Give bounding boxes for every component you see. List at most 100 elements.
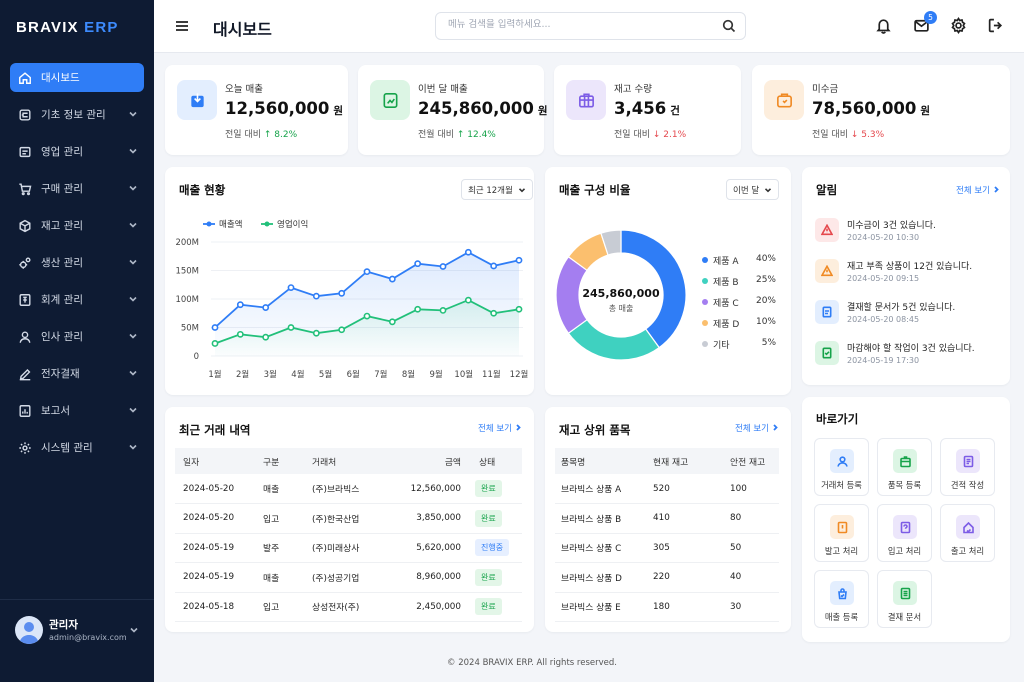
column-header: 안전 재고 xyxy=(730,448,779,474)
sidebar-item-inventory[interactable]: 재고 관리 xyxy=(10,211,144,240)
data-point[interactable] xyxy=(490,309,498,317)
checklist-icon xyxy=(822,347,832,359)
data-point[interactable] xyxy=(287,284,295,291)
sidebar-item-system[interactable]: 시스템 관리 xyxy=(10,433,144,462)
alert-item[interactable]: 마감해야 할 작업이 3건 있습니다. 2024-05-19 17:30 xyxy=(815,338,1015,376)
cell-amount: 5,620,000 xyxy=(393,533,471,563)
alert-item[interactable]: 미수금이 3건 있습니다. 2024-05-20 10:30 xyxy=(815,215,1015,253)
sidebar-item-hr[interactable]: 인사 관리 xyxy=(10,322,144,351)
top-bar: 대시보드 5 xyxy=(154,0,1024,53)
data-point[interactable] xyxy=(464,296,472,304)
legend-percent: 25% xyxy=(755,275,776,285)
data-point[interactable] xyxy=(211,324,219,331)
cell-safety-stock: 50 xyxy=(730,533,779,563)
data-point[interactable] xyxy=(388,318,396,326)
stat-label: 재고 수량 xyxy=(614,84,652,95)
sidebar-item-purchase[interactable]: 구매 관리 xyxy=(10,174,144,203)
data-point[interactable] xyxy=(312,292,320,300)
transactions-view-all-link[interactable]: 전체 보기 xyxy=(478,422,522,434)
cell-partner: (주)미래상사 xyxy=(312,533,393,563)
legend-marker xyxy=(206,221,212,227)
search-icon[interactable] xyxy=(722,19,736,33)
sidebar-item-production[interactable]: 생산 관리 xyxy=(10,248,144,277)
shortcut-inbound-doc[interactable]: 입고 처리 xyxy=(877,504,932,562)
sidebar-item-approval[interactable]: 전자결재 xyxy=(10,359,144,388)
bell-icon[interactable] xyxy=(875,17,892,34)
x-tick-label: 12월 xyxy=(510,369,529,380)
legend-item: 기타 5% xyxy=(702,338,776,351)
table-row[interactable]: 브라빅스 상품 D 220 40 xyxy=(555,562,779,593)
sidebar-item-reports[interactable]: 보고서 xyxy=(10,396,144,425)
table-row[interactable]: 2024-05-19 매출 (주)성공기업 8,960,000 완료 xyxy=(175,562,522,593)
cell-item-name: 브라빅스 상품 E xyxy=(555,592,653,622)
donut-slice[interactable] xyxy=(567,318,661,361)
shortcut-quote-doc[interactable]: 견적 작성 xyxy=(940,438,995,496)
user-profile[interactable]: 관리자 admin@bravix.com xyxy=(0,599,154,682)
table-row[interactable]: 브라빅스 상품 B 410 80 xyxy=(555,503,779,534)
alert-item[interactable]: 재고 부족 상품이 12건 있습니다. 2024-05-20 09:15 xyxy=(815,256,1015,294)
sidebar-item-dashboard[interactable]: 대시보드 xyxy=(10,63,144,92)
data-point[interactable] xyxy=(439,263,447,270)
alert-icon-bg xyxy=(815,218,839,242)
inventory-view-all-link[interactable]: 전체 보기 xyxy=(735,422,779,434)
data-point[interactable] xyxy=(236,330,244,338)
data-point[interactable] xyxy=(287,324,295,331)
table-row[interactable]: 2024-05-19 발주 (주)미래상사 5,620,000 진행중 xyxy=(175,533,522,563)
brand-logo[interactable]: BRAVIX ERP xyxy=(16,19,119,36)
data-point[interactable] xyxy=(414,260,422,268)
data-point[interactable] xyxy=(236,301,244,309)
stat-icon-bg xyxy=(566,80,606,120)
shortcut-approval-doc[interactable]: 결재 문서 xyxy=(877,570,932,628)
alerts-title: 알림 xyxy=(816,183,838,197)
table-row[interactable]: 브라빅스 상품 C 305 50 xyxy=(555,533,779,563)
alert-text: 마감해야 할 작업이 3건 있습니다. xyxy=(847,344,975,354)
data-point[interactable] xyxy=(464,248,472,256)
data-point[interactable] xyxy=(363,268,371,276)
cell-amount: 2,450,000 xyxy=(393,592,471,622)
shortcut-outbound-doc[interactable]: 발고 처리 xyxy=(814,504,869,562)
shortcut-person-add[interactable]: 거래처 등록 xyxy=(814,438,869,496)
data-point[interactable] xyxy=(515,256,523,264)
data-point[interactable] xyxy=(388,275,396,283)
data-point[interactable] xyxy=(338,289,346,297)
table-row[interactable]: 2024-05-18 입고 상성전자(주) 2,450,000 완료 xyxy=(175,592,522,622)
shortcut-label: 출고 처리 xyxy=(950,546,985,556)
data-point[interactable] xyxy=(515,305,523,313)
alert-text: 미수금이 3건 있습니다. xyxy=(847,221,936,231)
hamburger-menu-icon[interactable] xyxy=(174,18,190,34)
table-row[interactable]: 브라빅스 상품 E 180 30 xyxy=(555,592,779,622)
stat-icon-bg xyxy=(177,80,217,120)
x-tick-label: 6월 xyxy=(347,369,360,380)
logout-icon[interactable] xyxy=(987,17,1004,34)
table-header-row: 품목명 현재 재고 안전 재고 xyxy=(555,448,779,474)
stat-card-month-sales: 이번 달 매출 245,860,000 원 전월 대비 ↑ 12.4% xyxy=(358,65,548,155)
x-tick-label: 11월 xyxy=(482,369,501,380)
shortcut-shipping[interactable]: 출고 처리 xyxy=(940,504,995,562)
shortcut-sales-bag[interactable]: 매출 등록 xyxy=(814,570,869,628)
table-row[interactable]: 브라빅스 상품 A 520 100 xyxy=(555,474,779,504)
settings-icon[interactable] xyxy=(950,17,967,34)
alert-item[interactable]: 결재할 문서가 5건 있습니다. 2024-05-20 08:45 xyxy=(815,297,1015,335)
sidebar-item-sales[interactable]: 영업 관리 xyxy=(10,137,144,166)
table-row[interactable]: 2024-05-20 매출 (주)브라빅스 12,560,000 완료 xyxy=(175,474,522,504)
search-input[interactable] xyxy=(448,19,708,30)
legend-label: 기타 xyxy=(713,341,730,351)
sidebar-item-accounting[interactable]: 회계 관리 xyxy=(10,285,144,314)
stat-change: ↑ 12.4% xyxy=(456,130,496,140)
shortcut-box-add[interactable]: 품목 등록 xyxy=(877,438,932,496)
data-point[interactable] xyxy=(363,312,371,320)
chevron-down-icon xyxy=(129,333,137,339)
x-tick-label: 10월 xyxy=(454,369,473,380)
table-row[interactable]: 2024-05-20 입고 (주)한국산업 3,850,000 완료 xyxy=(175,503,522,534)
alerts-view-all-link[interactable]: 전체 보기 xyxy=(956,184,1000,196)
data-point[interactable] xyxy=(262,304,270,311)
transactions-table-body: 2024-05-20 매출 (주)브라빅스 12,560,000 완료 2024-05-2… xyxy=(175,474,522,622)
data-point[interactable] xyxy=(211,340,219,347)
data-point[interactable] xyxy=(414,305,422,313)
data-point[interactable] xyxy=(262,333,270,341)
data-point[interactable] xyxy=(312,329,320,337)
data-point[interactable] xyxy=(490,262,498,270)
data-point[interactable] xyxy=(338,326,346,334)
sidebar-item-master-data[interactable]: 기초 정보 관리 xyxy=(10,100,144,129)
data-point[interactable] xyxy=(439,306,447,314)
